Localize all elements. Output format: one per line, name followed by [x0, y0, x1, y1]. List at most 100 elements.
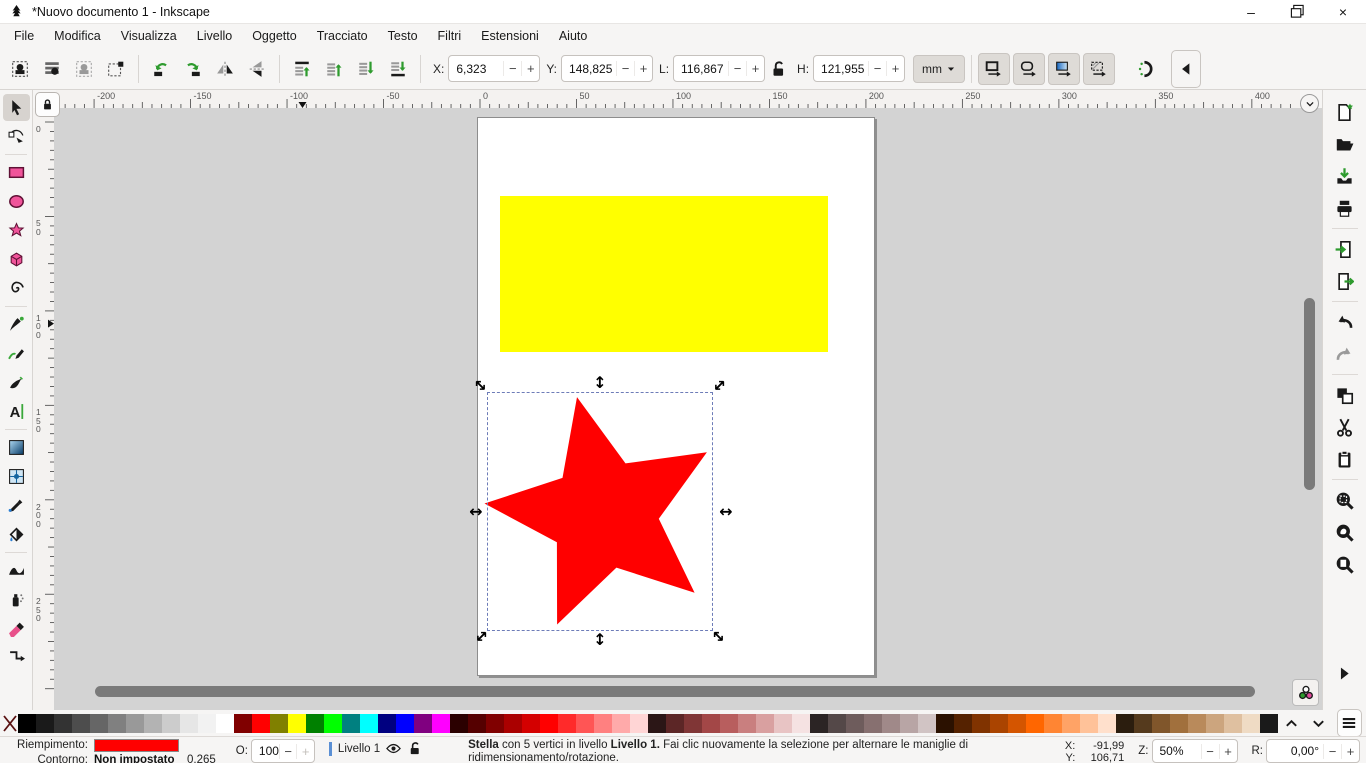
deselect-button[interactable]	[68, 53, 100, 85]
stroke-width[interactable]: 0,265	[187, 754, 216, 763]
palette-swatch[interactable]	[1026, 714, 1044, 733]
palette-swatch[interactable]	[990, 714, 1008, 733]
palette-swatch[interactable]	[918, 714, 936, 733]
palette-swatch[interactable]	[900, 714, 918, 733]
rotate-cw-button[interactable]	[177, 53, 209, 85]
rectangle-tool-button[interactable]	[3, 159, 30, 186]
scale-corners-button[interactable]	[1013, 53, 1045, 85]
palette-swatch[interactable]	[774, 714, 792, 733]
palette-swatch[interactable]	[18, 714, 36, 733]
palette-swatch[interactable]	[684, 714, 702, 733]
selector-tool-button[interactable]	[3, 94, 30, 121]
pen-tool-button[interactable]	[3, 311, 30, 338]
gradient-tool-button[interactable]	[3, 434, 30, 461]
tweak-tool-button[interactable]	[3, 557, 30, 584]
menu-item-testo[interactable]: Testo	[378, 26, 428, 46]
node-tool-button[interactable]	[3, 123, 30, 150]
lower-to-bottom-button[interactable]	[382, 53, 414, 85]
select-all-layers-button[interactable]	[36, 53, 68, 85]
palette-swatch[interactable]	[54, 714, 72, 733]
paste-button[interactable]	[1330, 444, 1360, 474]
palette-swatch[interactable]	[270, 714, 288, 733]
zoom-increment-button[interactable]: +	[1219, 744, 1237, 759]
zoom-drawing-button[interactable]	[1330, 517, 1360, 547]
bucket-tool-button[interactable]	[3, 521, 30, 548]
raise-button[interactable]	[318, 53, 350, 85]
canvas-rotation-indicator[interactable]	[1300, 94, 1319, 113]
rotate-ccw-button[interactable]	[145, 53, 177, 85]
dropper-tool-button[interactable]	[3, 492, 30, 519]
palette-swatch[interactable]	[612, 714, 630, 733]
close-button[interactable]: ×	[1320, 0, 1366, 23]
x-increment-button[interactable]: +	[521, 61, 539, 76]
palette-swatch[interactable]	[342, 714, 360, 733]
maximize-button[interactable]	[1274, 0, 1320, 23]
horizontal-scrollbar[interactable]	[95, 686, 1255, 697]
layer-visibility-eye-icon[interactable]	[386, 741, 401, 756]
palette-swatch[interactable]	[432, 714, 450, 733]
ellipse-tool-button[interactable]	[3, 188, 30, 215]
menu-item-visualizza[interactable]: Visualizza	[111, 26, 187, 46]
palette-swatch[interactable]	[162, 714, 180, 733]
save-button[interactable]	[1330, 161, 1360, 191]
palette-swatch[interactable]	[486, 714, 504, 733]
palette-swatch[interactable]	[648, 714, 666, 733]
palette-swatch[interactable]	[576, 714, 594, 733]
open-button[interactable]	[1330, 129, 1360, 159]
layer-lock-icon[interactable]	[407, 741, 422, 756]
palette-swatch[interactable]	[720, 714, 738, 733]
palette-swatch[interactable]	[1134, 714, 1152, 733]
palette-swatch[interactable]	[234, 714, 252, 733]
opacity-decrement-button[interactable]: −	[279, 744, 296, 759]
palette-swatch[interactable]	[324, 714, 342, 733]
scale-patterns-button[interactable]	[1083, 53, 1115, 85]
palette-swatch[interactable]	[360, 714, 378, 733]
print-button[interactable]	[1330, 193, 1360, 223]
flip-vertical-button[interactable]	[241, 53, 273, 85]
width-field[interactable]: 116,867 − +	[673, 55, 765, 82]
no-color-swatch[interactable]	[2, 714, 18, 733]
palette-swatch[interactable]	[108, 714, 126, 733]
palette-menu-button[interactable]	[1337, 709, 1362, 737]
menu-item-aiuto[interactable]: Aiuto	[549, 26, 598, 46]
palette-swatch[interactable]	[882, 714, 900, 733]
mesh-tool-button[interactable]	[3, 463, 30, 490]
rotation-decrement-button[interactable]: −	[1323, 744, 1341, 759]
scale-stroke-button[interactable]	[978, 53, 1010, 85]
width-decrement-button[interactable]: −	[728, 61, 746, 76]
palette-swatch[interactable]	[504, 714, 522, 733]
expand-panel-button[interactable]	[1330, 658, 1360, 688]
raise-to-top-button[interactable]	[286, 53, 318, 85]
y-decrement-button[interactable]: −	[616, 61, 634, 76]
palette-swatch[interactable]	[36, 714, 54, 733]
palette-swatch[interactable]	[1242, 714, 1260, 733]
horizontal-ruler[interactable]: -200-150-100-50050100150200250300350400	[56, 90, 1300, 108]
vertical-ruler[interactable]: 05 01 0 01 5 02 0 02 5 0	[33, 108, 54, 710]
copy-button[interactable]	[1330, 380, 1360, 410]
scale-gradients-button[interactable]	[1048, 53, 1080, 85]
palette-swatch[interactable]	[828, 714, 846, 733]
zoom-decrement-button[interactable]: −	[1201, 744, 1219, 759]
import-button[interactable]	[1330, 234, 1360, 264]
zoom-field[interactable]: 50% − +	[1152, 739, 1238, 763]
palette-scroll-up-button[interactable]	[1278, 712, 1305, 734]
palette-swatch[interactable]	[558, 714, 576, 733]
eraser-tool-button[interactable]	[3, 615, 30, 642]
color-management-button[interactable]	[1292, 679, 1319, 706]
undo-button[interactable]	[1330, 307, 1360, 337]
zoom-selection-button[interactable]	[1330, 485, 1360, 515]
rotation-field[interactable]: 0,00° − +	[1266, 739, 1360, 763]
menu-item-livello[interactable]: Livello	[187, 26, 242, 46]
palette-swatch[interactable]	[954, 714, 972, 733]
selection-box-button[interactable]	[100, 53, 132, 85]
height-decrement-button[interactable]: −	[868, 61, 886, 76]
selection-handle[interactable]: ↕	[593, 632, 606, 648]
palette-scroll-down-button[interactable]	[1305, 712, 1332, 734]
palette-swatch[interactable]	[864, 714, 882, 733]
lock-ratio-button[interactable]	[765, 53, 791, 85]
canvas[interactable]: ↕↕↕↕↕↕↕↕	[54, 108, 1322, 710]
height-increment-button[interactable]: +	[886, 61, 904, 76]
palette-swatch[interactable]	[126, 714, 144, 733]
flip-horizontal-button[interactable]	[209, 53, 241, 85]
palette-swatch[interactable]	[450, 714, 468, 733]
